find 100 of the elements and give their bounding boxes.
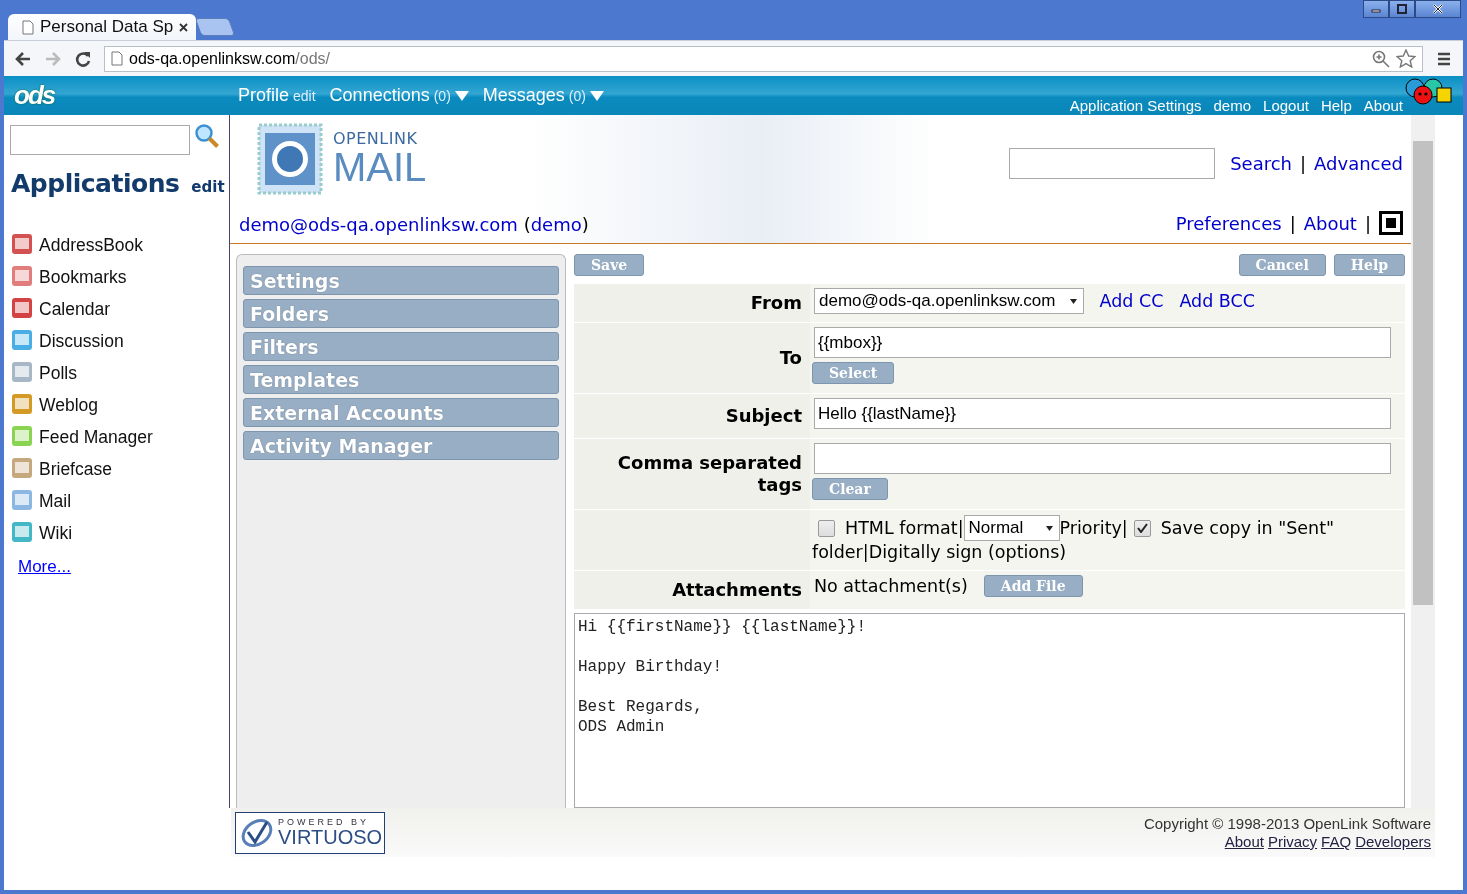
app-link[interactable]: Bookmarks <box>10 256 229 288</box>
page-icon <box>111 51 123 66</box>
check-icon <box>1136 523 1148 533</box>
app-link[interactable]: Mail <box>10 480 229 512</box>
app-link[interactable]: Discussion <box>10 320 229 352</box>
search-link[interactable]: Advanced <box>1314 153 1403 174</box>
zoom-icon[interactable] <box>1372 49 1390 68</box>
app-link[interactable]: AddressBook <box>10 224 229 256</box>
people-icon <box>1403 76 1453 106</box>
cc-link[interactable]: Add CC <box>1099 291 1164 311</box>
header-link[interactable]: Preferences <box>1175 212 1282 234</box>
priority-dropdown[interactable]: Normal <box>963 515 1060 541</box>
app-link[interactable]: Briefcase <box>10 448 229 480</box>
email-link[interactable]: demo@ods-qa.openlinksw.com <box>239 214 518 235</box>
subject-field[interactable]: Hello {{lastName}} <box>814 398 1391 429</box>
field-label: To <box>574 323 810 393</box>
page-icon <box>22 19 34 35</box>
close-icon[interactable] <box>179 22 189 32</box>
from-dropdown[interactable]: demo@ods-qa.openlinksw.com <box>814 288 1084 314</box>
app-link[interactable]: Weblog <box>10 384 229 416</box>
option-label: HTML format <box>845 518 958 538</box>
search-icon[interactable] <box>194 123 220 149</box>
maximize-button[interactable] <box>1389 0 1415 18</box>
app-icon <box>10 232 34 256</box>
app-link[interactable]: Calendar <box>10 288 229 320</box>
copyright-text: Copyright © 1998-2013 OpenLink Software <box>1143 815 1431 832</box>
browser-tab[interactable]: Personal Data Sp <box>8 14 197 40</box>
separator: | <box>957 518 964 538</box>
tab-title: Personal Data Sp <box>40 17 174 37</box>
app-icon <box>10 328 34 352</box>
more-link[interactable]: More... <box>18 557 71 577</box>
url-text: ods-qa.openlinksw.com/ods/ <box>129 49 330 68</box>
star-icon[interactable] <box>1396 49 1416 68</box>
forward-icon <box>44 49 62 68</box>
top-link[interactable]: About <box>1363 97 1403 114</box>
minimize-button[interactable] <box>1363 0 1389 18</box>
powered-by-text: POWERED BY <box>278 818 370 827</box>
separator: | <box>1300 153 1307 174</box>
new-tab-button[interactable] <box>194 18 236 36</box>
option-label: Digitally sign (options) <box>868 542 1067 562</box>
back-icon <box>14 49 32 68</box>
cc-link[interactable]: Add BCC <box>1179 291 1255 311</box>
checkbox[interactable] <box>818 519 835 537</box>
field-label: Subject <box>574 394 810 438</box>
separator: | <box>1121 518 1128 538</box>
caret-icon <box>1069 298 1077 304</box>
virtuoso-badge[interactable]: POWERED BY VIRTUOSO <box>235 811 385 854</box>
back-button[interactable] <box>14 49 32 68</box>
top-link[interactable]: demo <box>1213 97 1252 114</box>
account-line: demo@ods-qa.openlinksw.com (demo) <box>239 214 589 235</box>
scrollbar[interactable] <box>1411 115 1435 808</box>
top-link[interactable]: Help <box>1320 97 1352 114</box>
app-icon <box>10 488 34 512</box>
footer-link[interactable]: Developers <box>1355 833 1431 850</box>
caret-icon <box>1045 525 1053 531</box>
search-link[interactable]: Search <box>1230 153 1292 174</box>
footer-link[interactable]: About <box>1224 833 1264 850</box>
edit-link[interactable]: edit <box>191 178 225 196</box>
reload-button[interactable] <box>74 49 92 68</box>
address-bar[interactable]: ods-qa.openlinksw.com/ods/ <box>104 45 1423 72</box>
top-link[interactable]: Logout <box>1263 97 1309 114</box>
field-label: Comma separated tags <box>574 439 810 509</box>
to-field[interactable]: {{mbox}} <box>814 327 1391 358</box>
logo-subtitle: OPENLINK <box>333 131 419 147</box>
search-field[interactable] <box>1009 148 1216 179</box>
footer-link[interactable]: FAQ <box>1321 833 1352 850</box>
top-link[interactable]: Application Settings <box>1069 97 1202 114</box>
footer-link[interactable]: Privacy <box>1267 833 1318 850</box>
ods-logo: ods <box>14 80 56 111</box>
app-icon <box>10 296 34 320</box>
option-label: Save copy in "Sent" <box>1160 518 1335 538</box>
option-label: Priority <box>1059 518 1122 538</box>
app-icon <box>10 392 34 416</box>
app-icon <box>10 424 34 448</box>
app-icon <box>10 520 34 544</box>
app-link[interactable]: Polls <box>10 352 229 384</box>
search-field[interactable] <box>10 125 190 155</box>
separator: | <box>1289 212 1296 234</box>
sidebar-heading: Applications <box>11 169 180 198</box>
checkbox[interactable] <box>1133 519 1151 537</box>
attachments-text: No attachment(s) <box>814 576 968 596</box>
header-link[interactable]: About <box>1303 212 1357 234</box>
message-body[interactable]: Hi {{firstName}} {{lastName}}! Happy Birthday! Best Regards, ODS Admin <box>574 613 1405 808</box>
virtuoso-text: VIRTUOSO <box>278 827 383 847</box>
from-value: demo@ods-qa.openlinksw.com <box>819 291 1056 311</box>
app-link[interactable]: Feed Manager <box>10 416 229 448</box>
app-link[interactable]: Wiki <box>10 512 229 544</box>
logo-title: MAIL <box>333 147 427 187</box>
app-icon <box>10 360 34 384</box>
field-label: From <box>574 284 810 322</box>
separator: | <box>862 542 869 562</box>
reload-icon <box>74 49 92 68</box>
option-label: folder <box>812 542 863 562</box>
user-link[interactable]: demo <box>530 214 582 235</box>
stamp-icon <box>255 121 325 197</box>
app-icon <box>10 456 34 480</box>
close-icon <box>1432 4 1444 14</box>
close-button[interactable] <box>1415 0 1461 18</box>
window-icon[interactable] <box>1379 211 1403 235</box>
tags-field[interactable] <box>814 443 1391 474</box>
